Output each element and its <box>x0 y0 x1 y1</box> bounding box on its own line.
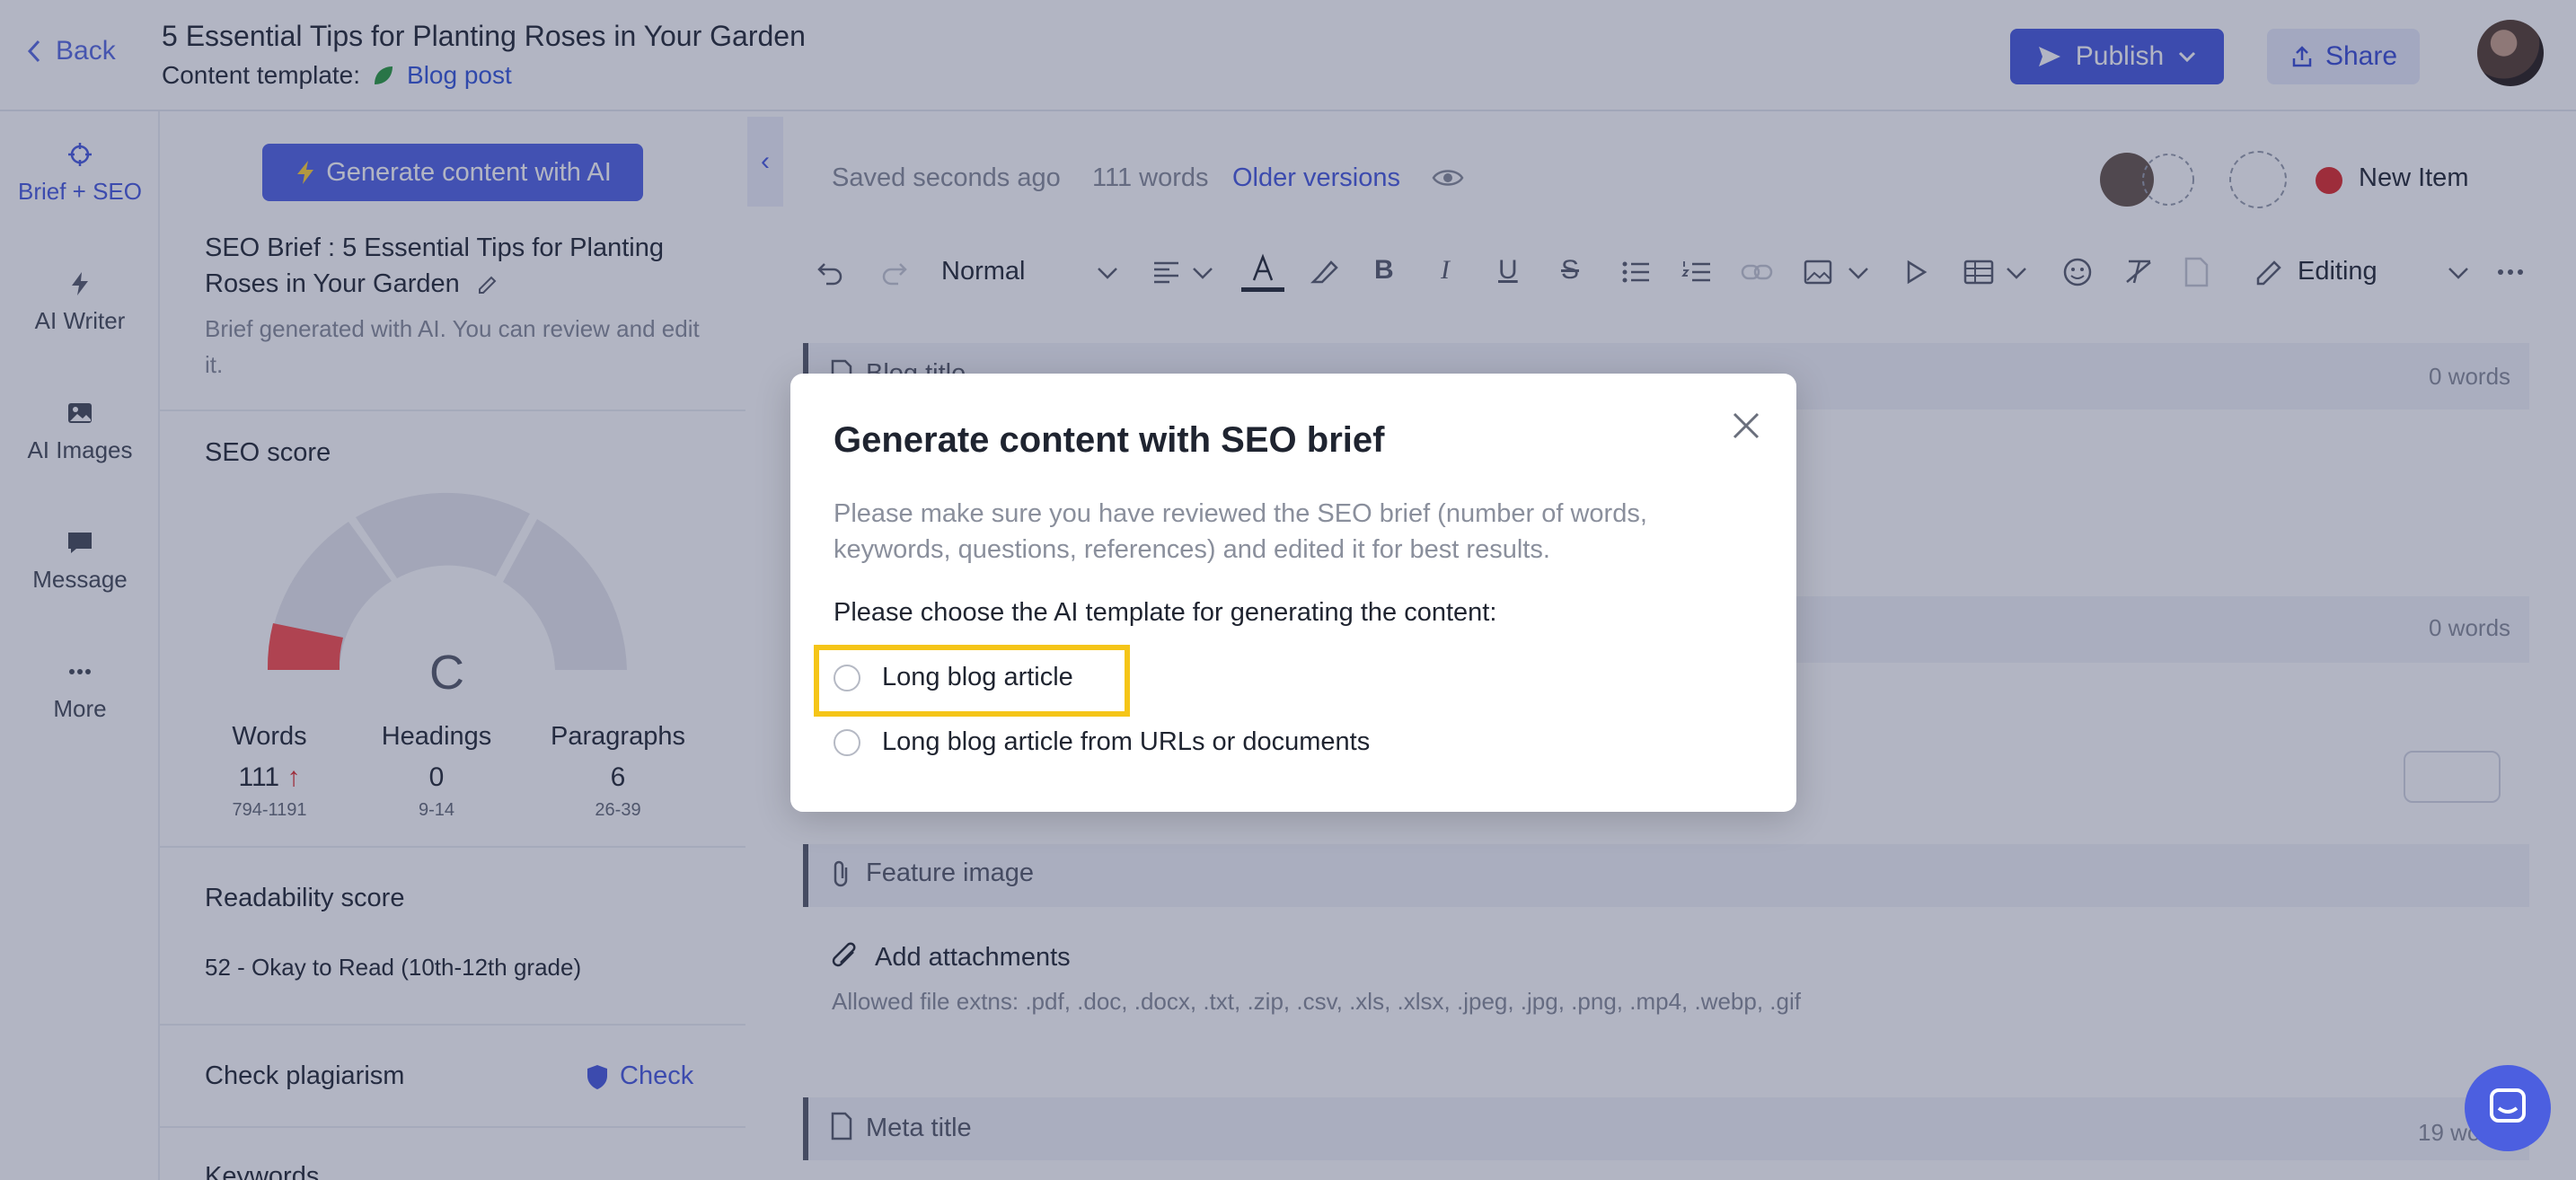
dialog-question: Please choose the AI template for genera… <box>834 598 1497 627</box>
radio-button[interactable] <box>834 728 860 756</box>
chat-icon <box>2490 1088 2526 1123</box>
option-long-blog-article-from-urls[interactable]: Long blog article from URLs or documents <box>834 727 1370 757</box>
chat-launcher-button[interactable] <box>2465 1065 2551 1151</box>
generate-content-dialog: Generate content with SEO brief Please m… <box>790 374 1796 812</box>
dialog-title: Generate content with SEO brief <box>834 420 1385 460</box>
option-label: Long blog article <box>882 663 1073 691</box>
option-long-blog-article[interactable]: Long blog article <box>834 663 1073 692</box>
radio-button[interactable] <box>834 664 860 691</box>
close-icon[interactable] <box>1730 409 1762 442</box>
option-label: Long blog article from URLs or documents <box>882 727 1371 756</box>
dialog-description: Please make sure you have reviewed the S… <box>834 499 1647 564</box>
